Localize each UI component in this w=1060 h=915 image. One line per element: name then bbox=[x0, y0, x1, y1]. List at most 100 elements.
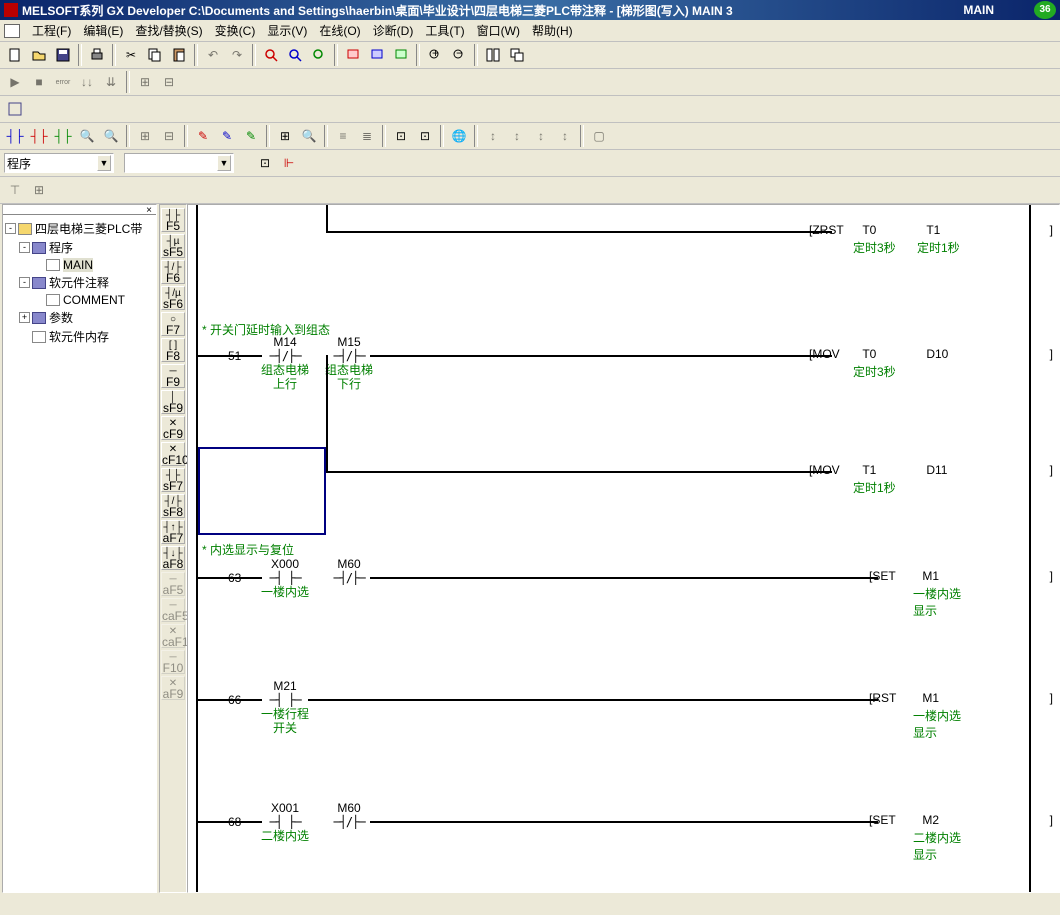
menu-item-7[interactable]: 工具(T) bbox=[419, 24, 470, 38]
redo-button[interactable]: ↷ bbox=[226, 44, 248, 66]
instruction-ZRST[interactable]: [ZRSTT0T1]定时3秒定时1秒 bbox=[809, 223, 1029, 256]
sym16-button[interactable]: ⊡ bbox=[414, 125, 436, 147]
palette-F7[interactable]: ○F7 bbox=[161, 312, 185, 336]
break2-button: ⊟ bbox=[158, 71, 180, 93]
tree-close-button[interactable]: × bbox=[3, 205, 156, 215]
palette-sF6[interactable]: ┤/µsF6 bbox=[161, 286, 185, 310]
zoom-out-button[interactable]: − bbox=[448, 44, 470, 66]
project-tree[interactable]: -四层电梯三菱PLC带-程序MAIN - 软元件注释COMMENT+参数软元件内存 bbox=[3, 215, 156, 350]
expand-icon[interactable]: + bbox=[19, 312, 30, 323]
menu-item-4[interactable]: 显示(V) bbox=[261, 24, 313, 38]
tree-item-6[interactable]: 软元件内存 bbox=[5, 327, 154, 346]
expand-icon[interactable]: - bbox=[19, 242, 30, 253]
instruction-SET[interactable]: [SETM2]二楼内选显示 bbox=[869, 813, 1029, 863]
menu-item-2[interactable]: 查找/替换(S) bbox=[129, 24, 208, 38]
menu-item-8[interactable]: 窗口(W) bbox=[471, 24, 526, 38]
copy-button[interactable] bbox=[144, 44, 166, 66]
tree-item-5[interactable]: +参数 bbox=[5, 308, 154, 327]
palette-F6[interactable]: ┤/├F6 bbox=[161, 260, 185, 284]
instruction-SET[interactable]: [SETM1]一楼内选显示 bbox=[869, 569, 1029, 619]
search-device-button[interactable] bbox=[308, 44, 330, 66]
palette-sF7[interactable]: ┤├sF7 bbox=[161, 468, 185, 492]
palette-F5[interactable]: ┤├F5 bbox=[161, 208, 185, 232]
contact-M60[interactable]: M60─┤/├─ bbox=[324, 557, 374, 585]
cut-button[interactable]: ✂ bbox=[120, 44, 142, 66]
zoom-in-button[interactable]: + bbox=[424, 44, 446, 66]
open-button[interactable] bbox=[28, 44, 50, 66]
sym15-button[interactable]: ⊡ bbox=[390, 125, 412, 147]
search-coil-button[interactable] bbox=[284, 44, 306, 66]
tree-item-3[interactable]: - 软元件注释 bbox=[5, 273, 154, 292]
palette-F10: ─F10 bbox=[161, 650, 185, 674]
sym10-button[interactable]: ✎ bbox=[240, 125, 262, 147]
palette-aF8[interactable]: ┤↓├aF8 bbox=[161, 546, 185, 570]
rung-3[interactable]: 63X000─┤ ├─一楼内选M60─┤/├─[SETM1]一楼内选显示 bbox=[198, 557, 1029, 657]
rung-1[interactable]: 51M14─┤/├─组态电梯上行M15─┤/├─组态电梯下行[MOVT0D10]… bbox=[198, 335, 1029, 435]
menu-item-1[interactable]: 编辑(E) bbox=[77, 24, 129, 38]
sym1-button[interactable]: ┤├ bbox=[4, 125, 26, 147]
instruction-RST[interactable]: [RSTM1]一楼内选显示 bbox=[869, 691, 1029, 741]
new-button[interactable] bbox=[4, 44, 26, 66]
expand-icon[interactable]: - bbox=[5, 223, 16, 234]
sym8-button[interactable]: ✎ bbox=[192, 125, 214, 147]
notification-badge[interactable]: 36 bbox=[1034, 1, 1056, 19]
save-button[interactable] bbox=[52, 44, 74, 66]
rung-2[interactable]: [MOVT1D11]定时1秒 bbox=[198, 451, 1029, 551]
monitor-write-button[interactable] bbox=[366, 44, 388, 66]
contact-X001[interactable]: X001─┤ ├─二楼内选 bbox=[260, 801, 310, 843]
program-name-combo[interactable]: ▼ bbox=[124, 153, 234, 173]
tree-label: 软元件注释 bbox=[49, 274, 109, 291]
print-button[interactable] bbox=[86, 44, 108, 66]
program-type-combo[interactable]: 程序 ▼ bbox=[4, 153, 114, 173]
menu-item-9[interactable]: 帮助(H) bbox=[526, 24, 579, 38]
goto2-button[interactable]: ⊩ bbox=[278, 152, 300, 174]
monitor-button[interactable] bbox=[342, 44, 364, 66]
instruction-MOV[interactable]: [MOVT0D10]定时3秒 bbox=[809, 347, 1029, 380]
palette-F8[interactable]: [ ]F8 bbox=[161, 338, 185, 362]
menu-item-6[interactable]: 诊断(D) bbox=[367, 24, 420, 38]
rung-0[interactable]: [ZRSTT0T1]定时3秒定时1秒 bbox=[198, 205, 1029, 305]
contact-M21[interactable]: M21─┤ ├─一楼行程开关 bbox=[260, 679, 310, 735]
window-cascade-button[interactable] bbox=[506, 44, 528, 66]
tree-item-2[interactable]: MAIN bbox=[5, 257, 154, 273]
sym3-button[interactable]: ┤├ bbox=[52, 125, 74, 147]
instruction-MOV[interactable]: [MOVT1D11]定时1秒 bbox=[809, 463, 1029, 496]
palette-sF8[interactable]: ┤/├sF8 bbox=[161, 494, 185, 518]
sym17-button[interactable]: 🌐 bbox=[448, 125, 470, 147]
search-contact-button[interactable] bbox=[260, 44, 282, 66]
undo-button[interactable]: ↶ bbox=[202, 44, 224, 66]
palette-aF7[interactable]: ┤↑├aF7 bbox=[161, 520, 185, 544]
window-tile-button[interactable] bbox=[482, 44, 504, 66]
palette-sF9[interactable]: │sF9 bbox=[161, 390, 185, 414]
menu-item-3[interactable]: 变换(C) bbox=[209, 24, 262, 38]
expand-icon[interactable]: - bbox=[19, 277, 30, 288]
sym12-button[interactable]: 🔍 bbox=[298, 125, 320, 147]
monitor-all-button[interactable] bbox=[390, 44, 412, 66]
palette-F9[interactable]: ─F9 bbox=[161, 364, 185, 388]
sym9-button[interactable]: ✎ bbox=[216, 125, 238, 147]
tree-item-0[interactable]: -四层电梯三菱PLC带 bbox=[5, 219, 154, 238]
rung-wire bbox=[198, 355, 262, 357]
contact-M14[interactable]: M14─┤/├─组态电梯上行 bbox=[260, 335, 310, 391]
palette-cF10[interactable]: ✕cF10 bbox=[161, 442, 185, 466]
paste-button[interactable] bbox=[168, 44, 190, 66]
rung-4[interactable]: 66M21─┤ ├─一楼行程开关[RSTM1]一楼内选显示 bbox=[198, 679, 1029, 779]
ladder-editor[interactable]: * 开关门延时输入到组态* 内选显示与复位[ZRSTT0T1]定时3秒定时1秒5… bbox=[187, 204, 1060, 893]
menu-item-0[interactable]: 工程(F) bbox=[26, 24, 77, 38]
palette-sF5[interactable]: ┤µsF5 bbox=[161, 234, 185, 258]
sym4-button[interactable]: 🔍 bbox=[76, 125, 98, 147]
view-button[interactable] bbox=[4, 98, 26, 120]
contact-M15[interactable]: M15─┤/├─组态电梯下行 bbox=[324, 335, 374, 391]
tree-item-4[interactable]: COMMENT bbox=[5, 292, 154, 308]
tree-item-1[interactable]: -程序 bbox=[5, 238, 154, 257]
contact-X000[interactable]: X000─┤ ├─一楼内选 bbox=[260, 557, 310, 599]
contact-M60[interactable]: M60─┤/├─ bbox=[324, 801, 374, 829]
menu-item-5[interactable]: 在线(O) bbox=[313, 24, 366, 38]
bracket-close-icon: ] bbox=[1050, 223, 1053, 237]
sym11-button[interactable]: ⊞ bbox=[274, 125, 296, 147]
palette-cF9[interactable]: ✕cF9 bbox=[161, 416, 185, 440]
sym5-button[interactable]: 🔍 bbox=[100, 125, 122, 147]
rung-5[interactable]: 68X001─┤ ├─二楼内选M60─┤/├─[SETM2]二楼内选显示 bbox=[198, 801, 1029, 893]
goto-button[interactable]: ⊡ bbox=[254, 152, 276, 174]
sym2-button[interactable]: ┤├ bbox=[28, 125, 50, 147]
